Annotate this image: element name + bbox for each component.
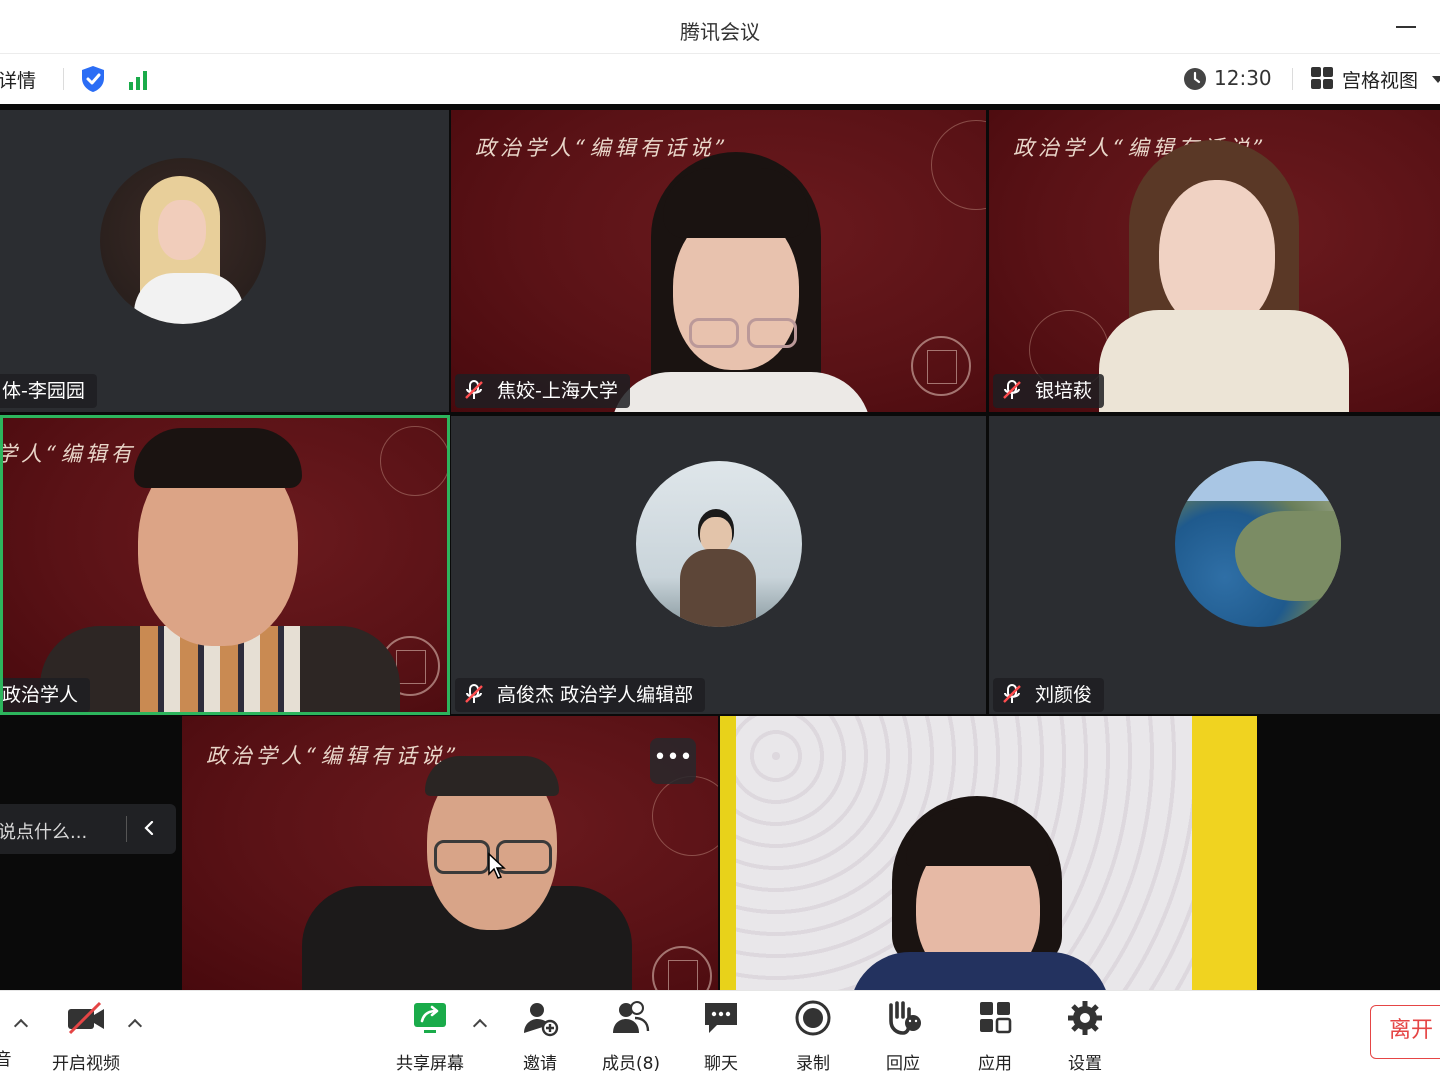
participant-name: 政治学人 [2,684,79,706]
participant-name-tag: 体-李园园 [0,374,97,408]
members-icon [613,1001,650,1033]
grid-view-icon[interactable] [1310,66,1334,90]
meeting-toolbar: 音 开启视频 共享屏幕 邀请 成员(8) 聊天 录制 回应 应用 设置 离开 [0,990,1440,1080]
minimize-icon[interactable] [1394,14,1418,38]
gear-icon [1068,1001,1102,1035]
hair [663,168,809,238]
hair [134,428,302,488]
react-label: 回应 [886,1054,920,1074]
apps-icon [980,1002,1012,1034]
video-tile[interactable]: 政治学人“编辑有话说” 焦姣-上海大学 [451,110,986,412]
meeting-duration: 12:30 [1214,66,1272,90]
security-shield-icon[interactable] [80,65,106,93]
reaction-hand-icon [889,1001,921,1035]
participant-avatar [636,461,802,627]
invite-button[interactable]: 邀请 [512,999,568,1075]
chat-bubble-icon [705,1003,737,1033]
divider [1292,68,1293,90]
video-tile[interactable] [720,716,1257,990]
video-tile[interactable]: 体-李园园 [0,110,449,412]
settings-button[interactable]: 设置 [1058,999,1112,1075]
record-icon [795,1000,831,1036]
background-banner-text: 政治学人“编辑有话说” [475,136,730,160]
share-screen-icon [414,1003,446,1033]
video-tile[interactable]: 政治学人“编辑有话说” [182,716,718,990]
participant-name: 银培萩 [1035,380,1093,402]
invite-label: 邀请 [523,1054,557,1074]
participant-name: 刘颜俊 [1035,684,1093,706]
chat-button[interactable]: 聊天 [694,999,748,1075]
title-bar: 腾讯会议 [0,0,1440,54]
window-title: 腾讯会议 [680,20,760,44]
participant-name-tag: 银培萩 [993,374,1105,408]
participant-name: 焦姣-上海大学 [497,380,618,402]
members-label: 成员(8) [601,1054,661,1074]
video-tile[interactable]: 高俊杰 政治学人编辑部 [451,416,986,714]
meeting-details-link[interactable]: 详情 [0,66,36,93]
chat-label: 聊天 [704,1054,738,1074]
body [850,952,1110,990]
participant-avatar [1175,461,1341,627]
record-label: 录制 [796,1054,830,1074]
video-grid: 体-李园园 政治学人“编辑有话说” 焦姣-上海大学 政治学人“编辑有话说” 银培… [0,104,1440,990]
share-label: 共享屏幕 [396,1054,464,1074]
participant-name-tag: 高俊杰 政治学人编辑部 [455,678,706,712]
chevron-down-icon[interactable] [1432,76,1440,83]
participant-name-tag: 焦姣-上海大学 [455,374,630,408]
divider [63,68,64,90]
background-banner-text: 学人“编辑有 [0,442,136,466]
video-tile[interactable]: 政治学人“编辑有话说” 银培萩 [989,110,1440,412]
camera-off-icon [68,1001,104,1035]
glasses [434,840,490,874]
face [1159,180,1275,330]
video-tile[interactable]: 学人“编辑有 政治学人 [0,416,449,714]
mic-muted-icon [465,379,483,399]
start-video-button[interactable]: 开启视频 [48,999,124,1075]
members-button[interactable]: 成员(8) [596,999,666,1075]
participant-name: 体-李园园 [2,380,85,402]
participant-name-tag: 刘颜俊 [993,678,1105,712]
mic-muted-icon [465,683,483,703]
chevron-up-icon[interactable] [127,1018,143,1034]
apps-button[interactable]: 应用 [968,999,1022,1075]
meeting-info-bar: 详情 12:30 宫格视图 [0,54,1440,104]
hair [425,756,559,796]
decorative-flower [931,120,986,210]
decorative-flower [652,776,718,856]
chat-placeholder: 说点什么... [0,822,88,843]
audio-button[interactable]: 音 [0,999,16,1075]
divider [126,816,127,842]
more-options-button[interactable]: ••• [650,738,696,784]
participant-name-tag: 政治学人 [0,678,91,712]
chevron-up-icon[interactable] [472,1018,488,1034]
video-label: 开启视频 [52,1054,120,1074]
invite-user-icon [524,1003,559,1037]
react-button[interactable]: 回应 [876,999,930,1075]
background-banner-text: 政治学人“编辑有话说” [206,744,461,768]
clock-icon [1184,68,1206,90]
seal-stamp [652,946,712,990]
apps-label: 应用 [978,1054,1012,1074]
glasses [689,318,739,348]
decorative-flower [380,426,449,496]
audio-label: 音 [0,1050,12,1070]
video-tile[interactable]: 刘颜俊 [989,416,1440,714]
leave-meeting-button[interactable]: 离开 [1370,1005,1440,1059]
body [611,372,871,412]
mic-muted-icon [1003,379,1021,399]
mouse-cursor-icon [488,852,506,879]
record-button[interactable]: 录制 [786,999,840,1075]
mic-muted-icon [1003,683,1021,703]
body [1099,310,1349,412]
chevron-left-icon[interactable] [143,821,155,835]
chat-input[interactable]: 说点什么... [0,804,176,854]
seal-stamp [911,336,971,396]
share-screen-button[interactable]: 共享屏幕 [392,999,468,1075]
glasses [747,318,797,348]
participant-name: 高俊杰 政治学人编辑部 [497,684,694,706]
view-mode-button[interactable]: 宫格视图 [1342,66,1418,93]
network-signal-icon[interactable] [128,68,152,90]
settings-label: 设置 [1068,1054,1102,1074]
participant-avatar [100,158,266,324]
